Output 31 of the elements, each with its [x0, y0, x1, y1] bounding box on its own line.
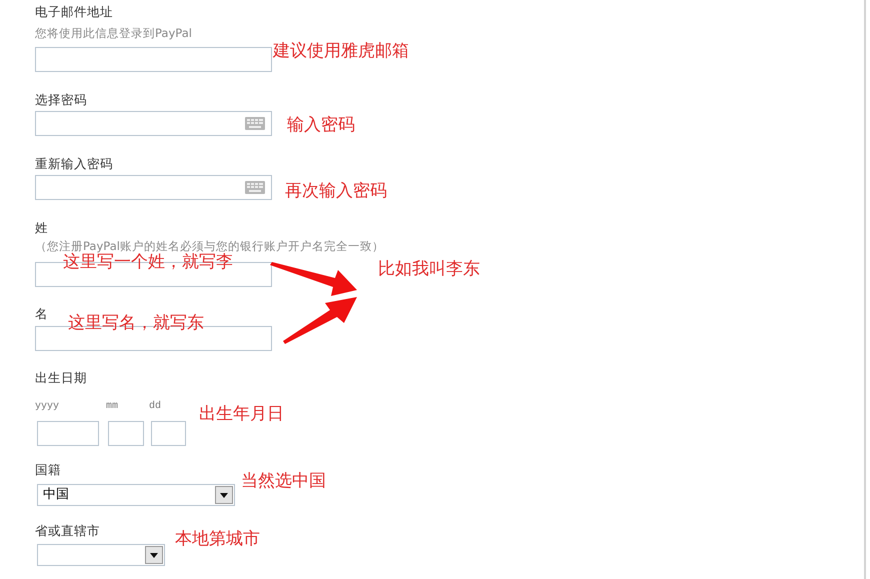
year-field[interactable] [37, 421, 99, 446]
annotation-text: 这里写一个姓，就写李 [63, 252, 233, 273]
field-label: 选择密码 [35, 92, 87, 108]
hint-text: （您注册PayPal账户的姓名必须与您的银行账户开户名完全一致） [35, 239, 384, 253]
annotation-text: 本地第城市 [175, 528, 260, 550]
annotation-text: 比如我叫李东 [378, 258, 480, 280]
day-field[interactable] [151, 421, 186, 446]
annotation-text: 这里写名，就写东 [68, 312, 204, 334]
annotation-text: 输入密码 [287, 114, 355, 136]
annotation-text: 当然选中国 [241, 470, 326, 492]
field-label: 名 [35, 306, 48, 322]
field-label: 姓 [35, 220, 48, 236]
annotation-text: 建议使用雅虎邮箱 [273, 40, 409, 62]
password-field[interactable] [35, 111, 272, 136]
input-field[interactable] [35, 47, 272, 72]
keyboard-icon[interactable] [245, 117, 265, 130]
annotation-text: 再次输入密码 [285, 180, 387, 202]
hint-text: 您将使用此信息登录到PayPal [35, 26, 192, 40]
keyboard-icon[interactable] [245, 181, 265, 194]
field-label: 国籍 [35, 462, 61, 478]
password-field[interactable] [35, 175, 272, 200]
month-field[interactable] [108, 421, 144, 446]
field-label: 出生日期 [35, 370, 87, 386]
field-label: 重新输入密码 [35, 156, 113, 172]
dropdown[interactable]: 中国 [37, 484, 235, 506]
date-part-label: mm [106, 401, 118, 413]
annotation-text: 出生年月日 [199, 403, 284, 425]
field-label: 省或直辖市 [35, 523, 100, 539]
date-part-label: dd [149, 401, 162, 413]
date-part-label: yyyy [35, 401, 60, 413]
field-label: 电子邮件地址 [35, 4, 113, 20]
